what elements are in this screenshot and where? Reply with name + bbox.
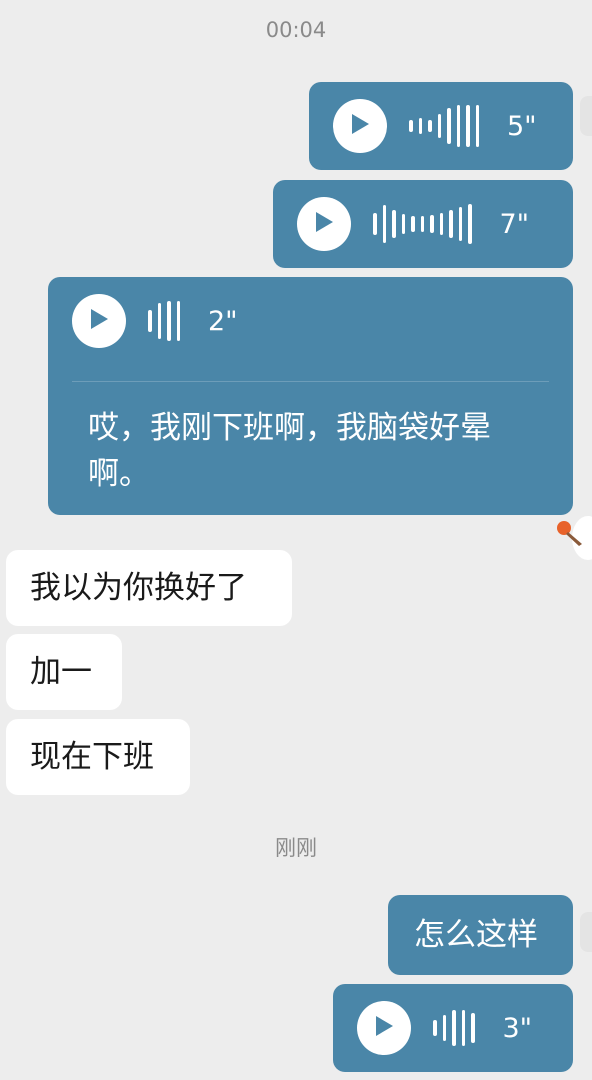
sender-avatar[interactable] xyxy=(580,912,592,952)
play-button[interactable] xyxy=(333,99,387,153)
message-text: 我以为你换好了 xyxy=(30,570,247,606)
incoming-text-message[interactable]: 现在下班 xyxy=(6,719,190,795)
voice-transcript: 哎，我刚下班啊，我脑袋好晕啊。 xyxy=(88,410,491,492)
voice-waveform-icon xyxy=(373,204,472,244)
incoming-text-message[interactable]: 加一 xyxy=(6,634,122,710)
voice-duration: 7" xyxy=(499,208,530,240)
play-button[interactable] xyxy=(72,294,126,348)
transcript-divider xyxy=(72,381,549,382)
timestamp-first: 00:04 xyxy=(265,18,327,42)
message-text: 加一 xyxy=(30,654,92,690)
sticker-image[interactable] xyxy=(552,514,592,566)
voice-waveform-icon xyxy=(148,301,180,341)
message-text: 怎么这样 xyxy=(414,917,538,953)
incoming-text-message[interactable]: 我以为你换好了 xyxy=(6,550,292,626)
play-icon xyxy=(349,112,371,140)
voice-message-with-transcript[interactable]: 2" 哎，我刚下班啊，我脑袋好晕啊。 xyxy=(48,277,573,515)
play-icon xyxy=(373,1014,395,1042)
voice-waveform-icon xyxy=(409,105,479,147)
play-button[interactable] xyxy=(297,197,351,251)
play-icon xyxy=(88,307,110,335)
play-icon xyxy=(313,210,335,238)
timestamp-second: 刚刚 xyxy=(275,836,317,860)
voice-message[interactable]: 7" xyxy=(273,180,573,268)
voice-duration: 2" xyxy=(208,305,238,337)
voice-duration: 5" xyxy=(507,110,537,142)
message-text: 现在下班 xyxy=(30,739,154,775)
voice-duration: 3" xyxy=(502,1012,533,1044)
play-button[interactable] xyxy=(357,1001,411,1055)
voice-message[interactable]: 3" xyxy=(333,984,573,1072)
outgoing-text-message[interactable]: 怎么这样 xyxy=(388,895,573,975)
voice-message[interactable]: 5" xyxy=(309,82,573,170)
voice-waveform-icon xyxy=(433,1010,475,1046)
sender-avatar[interactable] xyxy=(580,96,592,136)
